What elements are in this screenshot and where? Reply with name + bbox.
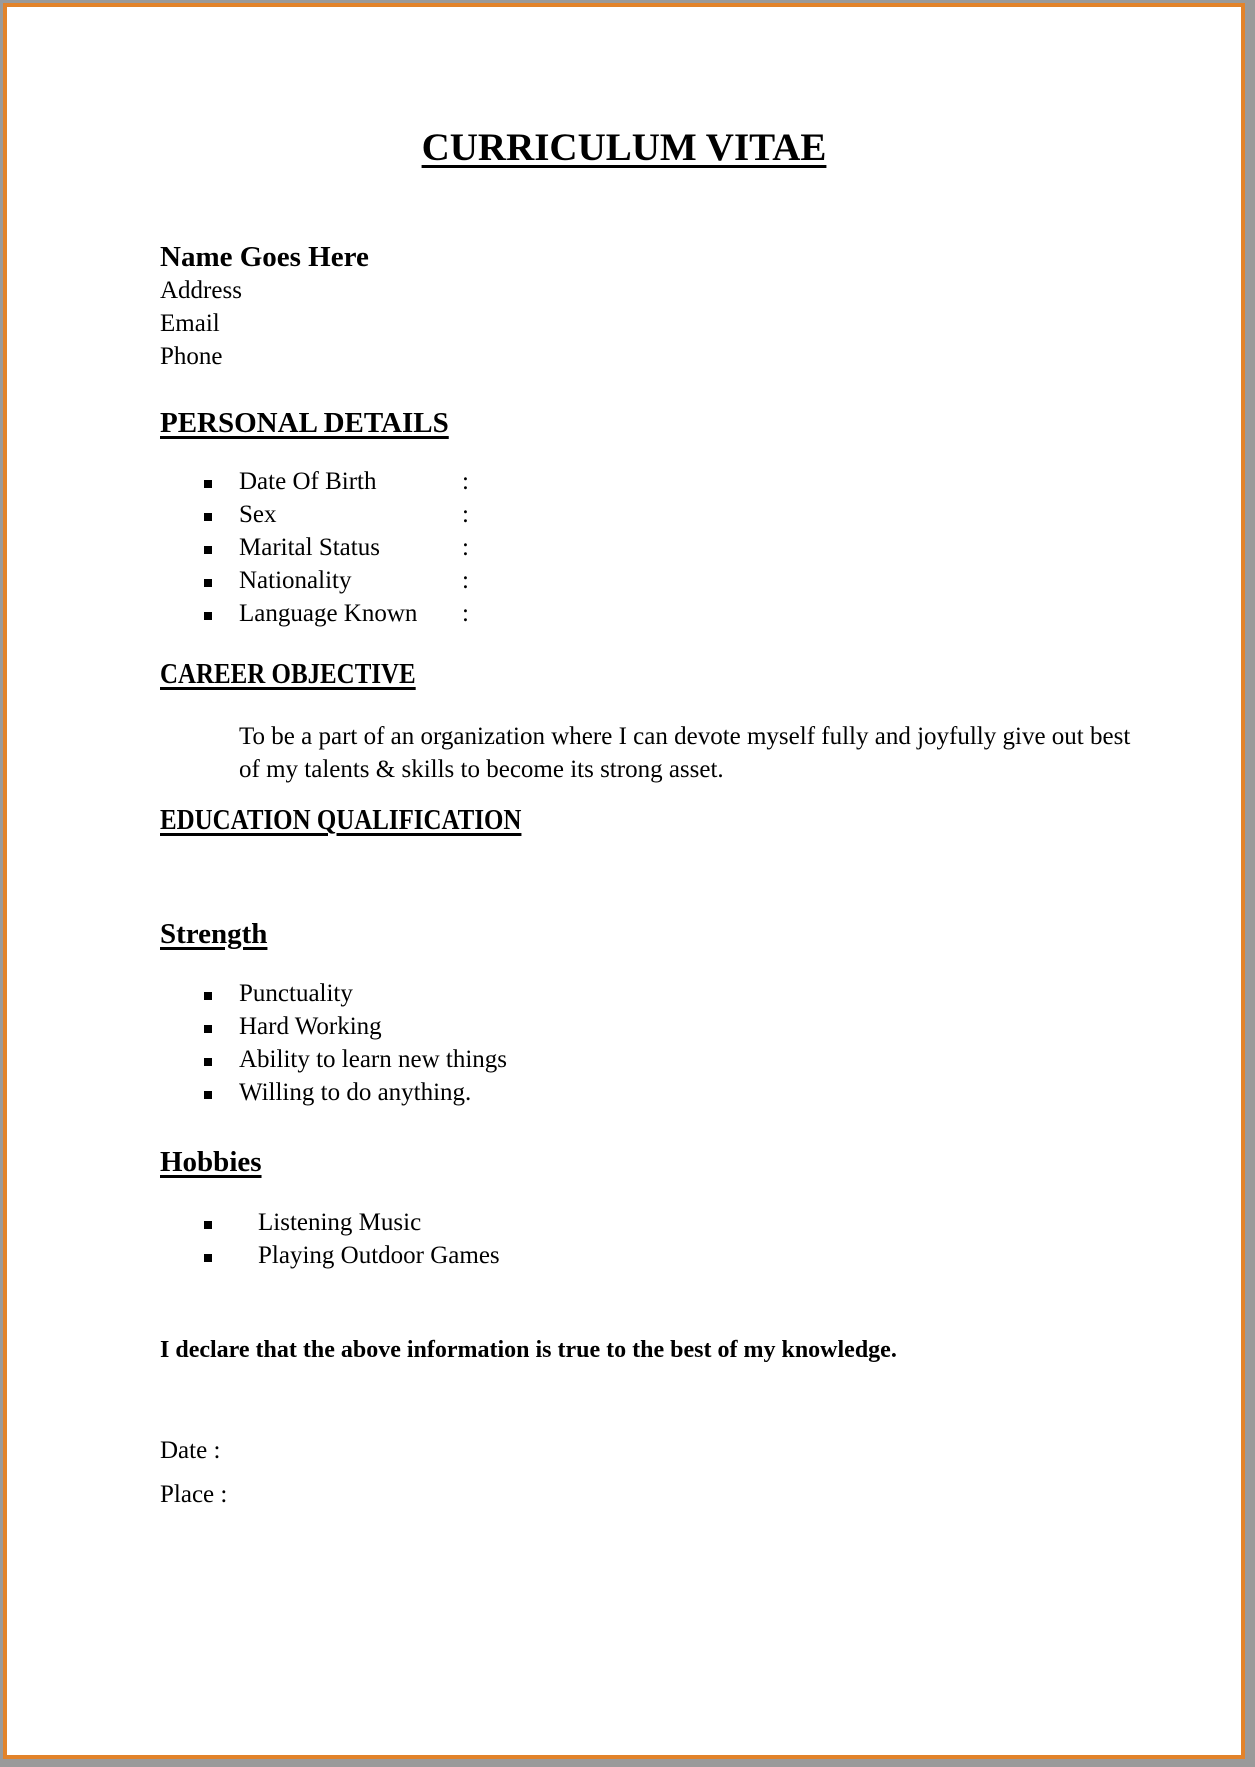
date-label: Date :	[160, 1437, 221, 1464]
strength-label: Punctuality	[239, 980, 353, 1007]
resume-page: CURRICULUM VITAE Name Goes Here Address …	[3, 3, 1245, 1759]
bullet-icon	[204, 1254, 212, 1262]
detail-separator: :	[462, 468, 469, 495]
personal-details-heading: PERSONAL DETAILS	[160, 407, 449, 439]
detail-separator: :	[462, 600, 469, 627]
hobbies-heading: Hobbies	[160, 1146, 262, 1178]
education-heading: EDUCATION QUALIFICATION	[160, 804, 522, 836]
detail-label: Marital Status	[239, 534, 380, 561]
bullet-icon	[204, 513, 212, 521]
contact-address: Address	[160, 277, 242, 304]
bullet-icon	[204, 612, 212, 620]
document-title: CURRICULUM VITAE	[421, 126, 827, 169]
career-objective-text: To be a part of an organization where I …	[239, 723, 1131, 783]
hobby-label: Playing Outdoor Games	[258, 1242, 500, 1269]
declaration-statement: I declare that the above information is …	[160, 1337, 897, 1363]
bullet-icon	[204, 480, 212, 488]
detail-separator: :	[462, 501, 469, 528]
strength-label: Ability to learn new things	[239, 1046, 508, 1073]
candidate-name: Name Goes Here	[160, 241, 369, 273]
bullet-icon	[204, 579, 212, 587]
strength-heading: Strength	[160, 918, 268, 950]
detail-label: Language Known	[239, 600, 418, 627]
bullet-icon	[204, 546, 212, 554]
bullet-icon	[204, 1221, 212, 1229]
bullet-icon	[204, 1025, 212, 1033]
detail-label: Date Of Birth	[239, 468, 377, 495]
contact-phone: Phone	[160, 343, 223, 370]
contact-email: Email	[160, 310, 220, 337]
detail-label: Sex	[239, 501, 277, 528]
strength-label: Willing to do anything.	[239, 1079, 472, 1106]
place-label: Place :	[160, 1481, 228, 1508]
bullet-icon	[204, 1058, 212, 1066]
detail-separator: :	[462, 534, 469, 561]
bullet-icon	[204, 992, 212, 1000]
strength-label: Hard Working	[239, 1013, 382, 1040]
bullet-icon	[204, 1091, 212, 1099]
hobby-label: Listening Music	[258, 1209, 422, 1236]
detail-label: Nationality	[239, 567, 352, 594]
career-objective-heading: CAREER OBJECTIVE	[160, 658, 416, 690]
detail-separator: :	[462, 567, 469, 594]
